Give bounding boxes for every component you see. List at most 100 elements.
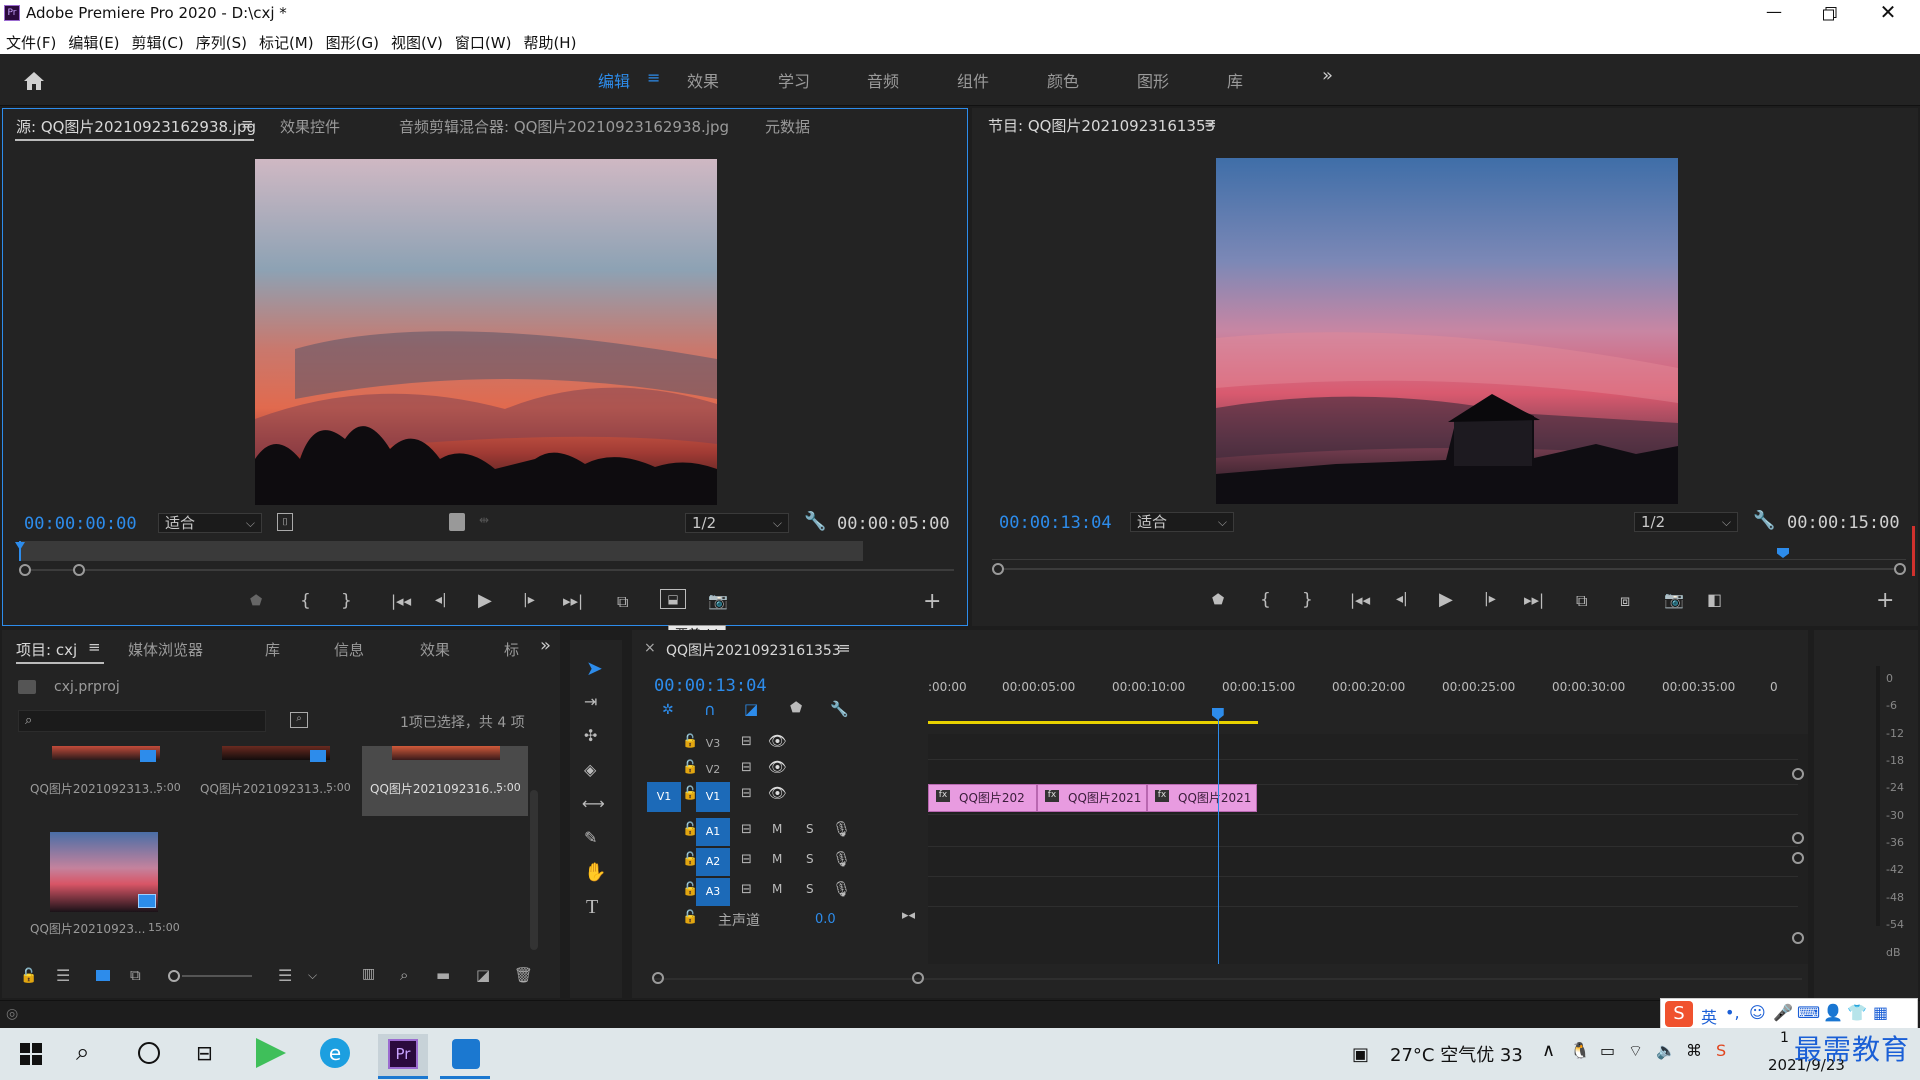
volume-icon[interactable]: 🔈 — [1656, 1041, 1676, 1060]
info-tab[interactable]: 信息 — [334, 639, 364, 660]
add-marker-icon[interactable]: ⬟ — [790, 700, 802, 716]
timeline-zoom-handle-left[interactable] — [652, 972, 664, 984]
browser-app-icon[interactable]: e — [320, 1038, 350, 1068]
icon-view-icon[interactable] — [96, 970, 110, 981]
new-item-icon[interactable]: ◪ — [476, 966, 490, 984]
trash-icon[interactable]: 🗑 — [514, 966, 533, 984]
eye-icon[interactable]: 👁 — [768, 758, 787, 776]
close-sequence-icon[interactable]: × — [644, 640, 656, 656]
skin-icon[interactable]: 👕 — [1847, 1003, 1867, 1022]
workspace-tab-effects[interactable]: 效果 — [687, 68, 719, 92]
go-to-in-icon[interactable]: |◂◂ — [1350, 591, 1370, 609]
workspace-menu-icon[interactable]: ≡ — [647, 68, 660, 87]
snap-icon[interactable]: ∩ — [704, 700, 716, 719]
timeline-playhead-timecode[interactable]: 00:00:13:04 — [654, 676, 767, 696]
add-marker-icon[interactable]: ⬟ — [250, 593, 262, 609]
export-frame-icon[interactable]: 📷 — [708, 591, 728, 610]
voice-over-icon[interactable]: 🎙 — [832, 880, 851, 898]
source-zoom-handle-right[interactable] — [73, 564, 85, 576]
wifi-icon[interactable]: ⌔ — [1628, 1041, 1643, 1061]
safe-margins-icon[interactable]: ⌷ — [277, 513, 293, 531]
source-patch-v1[interactable]: V1 — [647, 782, 681, 812]
insert-icon[interactable]: ⧉ — [617, 592, 628, 612]
program-resolution-dropdown[interactable]: 1/2 ⌵ — [1634, 512, 1738, 532]
panel-overflow-icon[interactable]: » — [540, 635, 551, 656]
linked-selection-icon[interactable]: ◪ — [744, 700, 758, 718]
workspace-overflow-icon[interactable]: » — [1322, 65, 1333, 86]
program-tab[interactable]: 节目: QQ图片20210923161353 — [988, 115, 1215, 136]
mark-in-icon[interactable]: { — [300, 591, 311, 611]
emoji-icon[interactable]: ☺ — [1749, 1003, 1766, 1022]
track-label-a1[interactable]: A1 — [696, 818, 730, 846]
selection-tool-icon[interactable]: ➤ — [586, 656, 603, 680]
track-label-v2[interactable]: V2 — [696, 759, 730, 781]
button-editor-icon[interactable]: + — [923, 589, 941, 614]
cortana-icon[interactable] — [138, 1042, 160, 1064]
premiere-taskbar-button[interactable]: Pr — [378, 1034, 428, 1079]
drag-audio-icon[interactable]: ⇹ — [479, 513, 489, 527]
program-playhead-timecode[interactable]: 00:00:13:04 — [999, 513, 1112, 533]
effects-tab[interactable]: 效果 — [420, 639, 450, 660]
weather-icon[interactable]: ▣ — [1352, 1044, 1369, 1065]
mute-track-button[interactable]: M — [772, 822, 782, 836]
tablet-app-button[interactable] — [440, 1034, 490, 1079]
video-scroll-handle-top[interactable] — [1792, 768, 1804, 780]
menu-marker[interactable]: 标记(M) — [259, 32, 314, 53]
video-scroll-handle-bottom[interactable] — [1792, 832, 1804, 844]
chevron-up-icon[interactable]: ∧ — [1542, 1040, 1555, 1061]
nest-toggle-icon[interactable]: ✲ — [662, 702, 674, 718]
timeline-ruler[interactable]: :00:00 00:00:05:00 00:00:10:00 00:00:15:… — [928, 672, 1808, 712]
menu-graphics[interactable]: 图形(G) — [326, 32, 379, 53]
minimize-button[interactable]: — — [1754, 2, 1794, 26]
keyboard-icon[interactable]: ⌨ — [1797, 1003, 1820, 1022]
track-label-v3[interactable]: V3 — [696, 733, 730, 755]
sort-icons-icon[interactable]: ☰ — [278, 966, 292, 985]
track-label-a2[interactable]: A2 — [696, 848, 730, 876]
extract-icon[interactable]: ⧈ — [1620, 591, 1630, 611]
wrench-icon[interactable]: 🔧 — [804, 511, 826, 532]
slip-tool-icon[interactable]: ⟷ — [582, 794, 605, 813]
sogou-tray-icon[interactable]: S — [1716, 1041, 1726, 1060]
sync-lock-icon[interactable]: ⊟ — [741, 882, 752, 897]
project-item[interactable]: QQ图片2021092313... 5:00 — [20, 746, 190, 822]
media-browser-tab[interactable]: 媒体浏览器 — [128, 639, 203, 660]
chevron-down-icon[interactable]: ⌵ — [308, 968, 317, 983]
source-tab[interactable]: 源: QQ图片20210923162938.jpg — [16, 116, 256, 137]
project-tab[interactable]: 项目: cxj — [16, 639, 77, 660]
ripple-edit-tool-icon[interactable]: ✣ — [584, 726, 597, 745]
go-to-next-edit-icon[interactable]: ▸◂ — [902, 908, 915, 923]
workspace-tab-graphics[interactable]: 图形 — [1137, 68, 1169, 92]
drag-video-icon[interactable] — [449, 513, 465, 531]
source-tab-menu-icon[interactable]: ≡ — [241, 115, 254, 133]
workspace-tab-audio[interactable]: 音频 — [867, 68, 899, 92]
source-fit-dropdown[interactable]: 适合 ⌵ — [158, 513, 262, 533]
more-tab[interactable]: 标 — [504, 639, 519, 660]
clock-time[interactable]: 1 — [1780, 1030, 1789, 1046]
play-icon[interactable]: ▶ — [478, 590, 492, 611]
program-tab-menu-icon[interactable]: ≡ — [1204, 114, 1217, 132]
sync-lock-icon[interactable]: ⊟ — [741, 786, 752, 801]
user-icon[interactable]: 👤 — [1823, 1003, 1843, 1022]
sequence-tab[interactable]: QQ图片20210923161353 — [666, 640, 841, 660]
timeline-settings-icon[interactable]: 🔧 — [830, 700, 849, 718]
new-bin-icon[interactable]: ▬ — [436, 966, 450, 984]
menu-edit[interactable]: 编辑(E) — [68, 32, 119, 53]
effect-controls-tab[interactable]: 效果控件 — [280, 116, 340, 137]
workspace-tab-assembly[interactable]: 组件 — [957, 68, 989, 92]
sequence-tab-menu-icon[interactable]: ≡ — [838, 639, 851, 657]
input-method-icon[interactable]: ⌘ — [1686, 1041, 1702, 1060]
overwrite-icon[interactable]: ⬓ — [660, 589, 686, 609]
project-scrollbar[interactable] — [530, 790, 538, 950]
audio-scroll-handle-bottom[interactable] — [1792, 932, 1804, 944]
wrench-icon[interactable]: 🔧 — [1753, 510, 1775, 531]
zoom-slider-handle[interactable] — [168, 970, 180, 982]
freeform-view-icon[interactable]: ⧉ — [130, 966, 141, 984]
ime-language-toggle[interactable]: 英 — [1701, 1004, 1717, 1028]
restore-button[interactable] — [1810, 2, 1850, 26]
pen-tool-icon[interactable]: ✎ — [584, 828, 597, 847]
zoom-slider[interactable] — [182, 975, 252, 977]
list-view-icon[interactable]: ☰ — [56, 966, 70, 985]
timeline-playhead-handle[interactable] — [1211, 708, 1224, 720]
source-playhead-timecode[interactable]: 00:00:00:00 — [24, 514, 137, 534]
go-to-in-icon[interactable]: |◂◂ — [391, 592, 411, 610]
